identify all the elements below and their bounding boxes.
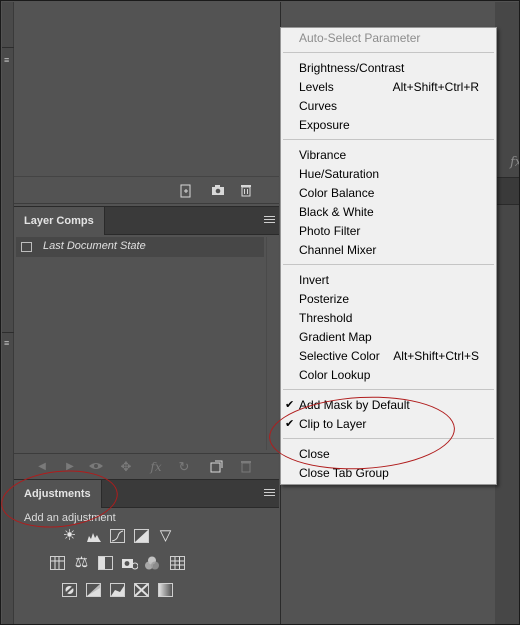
panel-menu-icon[interactable] xyxy=(264,216,275,225)
vibrance-icon[interactable]: ▽ xyxy=(158,528,173,543)
photo-filter-icon[interactable] xyxy=(122,556,139,570)
exposure-icon[interactable] xyxy=(134,529,149,543)
selective-color-shortcut: Alt+Shift+Ctrl+S xyxy=(393,349,479,363)
brightness-contrast-icon[interactable]: ☀ xyxy=(62,528,77,543)
left-panel-strip: ≡ ≡ xyxy=(2,2,14,624)
menu-item-auto-select-parameter: Auto-Select Parameter xyxy=(299,31,421,45)
camera-icon[interactable] xyxy=(210,184,226,198)
menu-item-vibrance[interactable]: Vibrance xyxy=(299,146,346,165)
right-panel-tabbar xyxy=(495,177,519,205)
color-balance-icon[interactable]: ⚖ xyxy=(74,555,89,570)
menu-divider xyxy=(283,389,494,390)
menu-item-color-lookup[interactable]: Color Lookup xyxy=(299,366,370,385)
strip-divider xyxy=(2,47,14,48)
panel-menu-icon[interactable] xyxy=(264,489,275,498)
menu-divider xyxy=(283,52,494,53)
grip-icon[interactable]: ≡ xyxy=(4,339,10,351)
list-item[interactable]: Last Document State xyxy=(16,237,264,257)
layer-comps-tabbar: Layer Comps xyxy=(14,206,279,235)
upper-panel-footer xyxy=(14,178,279,204)
menu-item-posterize[interactable]: Posterize xyxy=(299,290,349,309)
trash-icon[interactable] xyxy=(238,460,254,474)
menu-item-photo-filter[interactable]: Photo Filter xyxy=(299,222,360,241)
comp-state-icon xyxy=(21,242,32,252)
new-comp-icon[interactable] xyxy=(208,460,224,474)
menu-divider xyxy=(283,264,494,265)
menu-item-channel-mixer[interactable]: Channel Mixer xyxy=(299,241,376,260)
fx-icon[interactable]: fx xyxy=(510,155,519,170)
posterize-icon[interactable] xyxy=(86,583,101,597)
refresh-icon[interactable]: ↻ xyxy=(176,460,192,474)
menu-item-selective-color[interactable]: Selective Color xyxy=(299,347,380,366)
menu-item-curves[interactable]: Curves xyxy=(299,97,337,116)
new-document-icon[interactable] xyxy=(178,184,194,198)
right-collapsed-panel xyxy=(495,2,519,624)
menu-item-levels[interactable]: Levels xyxy=(299,78,334,97)
menu-item-hue-saturation[interactable]: Hue/Saturation xyxy=(299,165,379,184)
upper-panel-body xyxy=(14,2,279,177)
color-lookup-icon[interactable] xyxy=(170,556,185,570)
levels-shortcut: Alt+Shift+Ctrl+R xyxy=(392,80,479,94)
menu-item-brightness-contrast[interactable]: Brightness/Contrast xyxy=(299,59,404,78)
hue-saturation-icon[interactable] xyxy=(50,556,65,570)
fx-icon[interactable]: fx xyxy=(148,460,164,474)
strip-divider xyxy=(2,332,14,333)
menu-divider xyxy=(283,139,494,140)
trash-icon[interactable] xyxy=(238,184,254,198)
menu-item-black-white[interactable]: Black & White xyxy=(299,203,374,222)
menu-item-invert[interactable]: Invert xyxy=(299,271,329,290)
gradient-map-icon[interactable] xyxy=(134,583,149,597)
black-white-icon[interactable] xyxy=(98,556,113,570)
move-arrows-icon[interactable]: ✥ xyxy=(118,460,134,474)
menu-item-color-balance[interactable]: Color Balance xyxy=(299,184,374,203)
selective-color-icon[interactable] xyxy=(158,583,173,597)
threshold-icon[interactable] xyxy=(110,583,125,597)
comp-label: Last Document State xyxy=(43,240,146,252)
levels-icon[interactable] xyxy=(86,530,101,544)
menu-item-threshold[interactable]: Threshold xyxy=(299,309,352,328)
tab-layer-comps[interactable]: Layer Comps xyxy=(14,207,105,235)
menu-item-exposure[interactable]: Exposure xyxy=(299,116,350,135)
layer-comps-list: Last Document State xyxy=(14,235,279,455)
photoshop-workspace: ≡ ≡ Layer Comps Last Document State ◀ ▶ xyxy=(0,0,520,625)
menu-item-gradient-map[interactable]: Gradient Map xyxy=(299,328,372,347)
grip-icon[interactable]: ≡ xyxy=(4,56,10,68)
invert-icon[interactable] xyxy=(62,583,77,597)
scrollbar[interactable] xyxy=(266,237,277,450)
curves-icon[interactable] xyxy=(110,529,125,543)
channel-mixer-icon[interactable] xyxy=(144,556,159,570)
